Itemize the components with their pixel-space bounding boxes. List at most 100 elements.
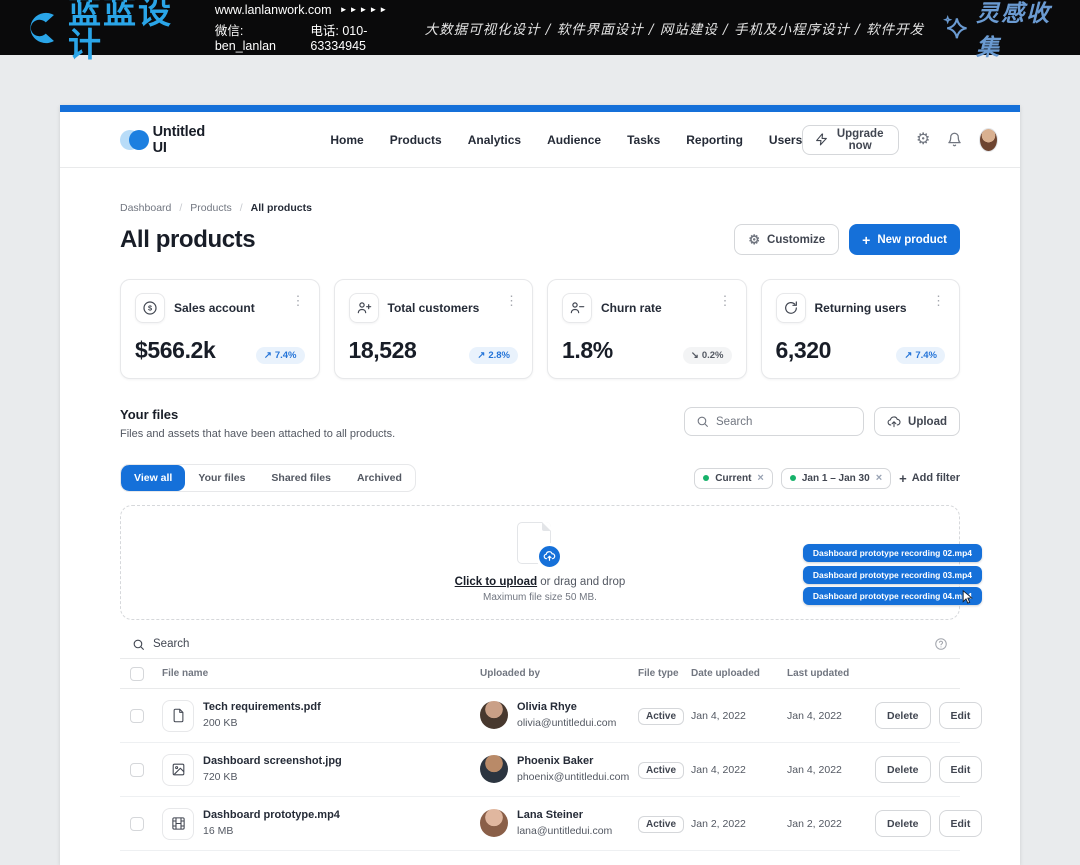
upload-dropzone[interactable]: Click to upload or drag and drop Maximum…	[120, 505, 960, 620]
nav-item-analytics[interactable]: Analytics	[468, 133, 521, 147]
refresh-icon	[776, 293, 806, 323]
stat-card-returning: Returning users ⋮ 6,320 ↗7.4%	[761, 279, 961, 379]
settings-gear-icon[interactable]: ⚙	[916, 132, 930, 148]
brand: Untitled UI	[120, 124, 210, 156]
tab-view-all[interactable]: View all	[121, 465, 185, 491]
tab-shared-files[interactable]: Shared files	[258, 465, 344, 491]
select-all-checkbox[interactable]	[130, 667, 144, 681]
file-size: 200 KB	[203, 716, 321, 731]
last-updated: Jan 4, 2022	[787, 764, 867, 776]
plus-icon: +	[862, 233, 870, 247]
nav-item-products[interactable]: Products	[390, 133, 442, 147]
upload-tooltip[interactable]: Dashboard prototype recording 03.mp4	[803, 566, 982, 584]
help-icon[interactable]	[934, 637, 948, 651]
breadcrumb-dashboard[interactable]: Dashboard	[120, 202, 171, 214]
stat-label: Total customers	[388, 301, 480, 315]
kebab-menu-icon[interactable]: ⋮	[505, 293, 518, 309]
table-row: Tech requirements.pdf 200 KB Olivia Rhye…	[120, 689, 960, 743]
file-name: Tech requirements.pdf	[203, 700, 321, 715]
date-uploaded: Jan 2, 2022	[691, 818, 779, 830]
status-badge: Active	[638, 762, 684, 779]
new-product-button[interactable]: + New product	[849, 224, 960, 255]
upload-cloud-icon	[887, 415, 901, 429]
edit-button[interactable]: Edit	[939, 702, 983, 729]
files-search[interactable]	[684, 407, 864, 436]
edit-button[interactable]: Edit	[939, 810, 983, 837]
filter-chip-current[interactable]: Current ×	[694, 468, 773, 489]
avatar	[480, 809, 508, 837]
upload-tooltips: Dashboard prototype recording 02.mp4 Das…	[803, 544, 982, 605]
page-title: All products	[120, 226, 255, 254]
banner-phone: 电话: 010-63334945	[310, 20, 406, 53]
cursor-icon	[960, 590, 973, 605]
tab-archived[interactable]: Archived	[344, 465, 415, 491]
trend-up-icon: ↗	[904, 350, 912, 361]
trend-badge: ↘0.2%	[683, 347, 732, 364]
green-dot-icon	[790, 475, 796, 481]
notifications-bell-icon[interactable]	[947, 132, 962, 147]
row-checkbox[interactable]	[130, 709, 144, 723]
file-size: 16 MB	[203, 824, 340, 839]
nav-item-home[interactable]: Home	[330, 133, 363, 147]
stat-card-churn: Churn rate ⋮ 1.8% ↘0.2%	[547, 279, 747, 379]
image-file-icon	[162, 754, 194, 786]
breadcrumb-products[interactable]: Products	[190, 202, 231, 214]
edit-button[interactable]: Edit	[939, 756, 983, 783]
avatar	[480, 701, 508, 729]
table-row: Dashboard prototype.mp4 16 MB Lana Stein…	[120, 797, 960, 851]
upload-button[interactable]: Upload	[874, 407, 960, 436]
delete-button[interactable]: Delete	[875, 702, 931, 729]
add-filter-button[interactable]: + Add filter	[899, 471, 960, 486]
trend-badge: ↗7.4%	[256, 347, 305, 364]
filter-chip-date-range[interactable]: Jan 1 – Jan 30 ×	[781, 468, 891, 489]
upload-tooltip[interactable]: Dashboard prototype recording 02.mp4	[803, 544, 982, 562]
customize-button[interactable]: ⚙ Customize	[734, 224, 839, 255]
click-to-upload-link[interactable]: Click to upload	[455, 576, 537, 588]
collect-label: 灵感收集	[976, 0, 1058, 62]
lanlan-logo-text: 蓝蓝设计	[68, 0, 183, 61]
delete-button[interactable]: Delete	[875, 810, 931, 837]
close-icon[interactable]: ×	[757, 472, 763, 484]
stat-value: 6,320	[776, 337, 832, 364]
user-plus-icon	[349, 293, 379, 323]
sparkle-star-icon	[942, 14, 970, 42]
col-last-updated: Last updated	[787, 668, 867, 679]
kebab-menu-icon[interactable]: ⋮	[292, 293, 305, 309]
stat-label: Churn rate	[601, 301, 662, 315]
uploader-name: Lana Steiner	[517, 808, 612, 823]
file-tabs: View all Your files Shared files Archive…	[120, 464, 416, 492]
user-avatar[interactable]	[979, 128, 998, 152]
upload-cloud-circle-icon	[536, 543, 563, 570]
table-row: Dashboard screenshot.jpg 720 KB Phoenix …	[120, 743, 960, 797]
kebab-menu-icon[interactable]: ⋮	[719, 293, 732, 309]
document-file-icon	[162, 700, 194, 732]
nav-item-tasks[interactable]: Tasks	[627, 133, 660, 147]
breadcrumb-current: All products	[251, 202, 312, 214]
delete-button[interactable]: Delete	[875, 756, 931, 783]
date-uploaded: Jan 4, 2022	[691, 764, 779, 776]
row-checkbox[interactable]	[130, 817, 144, 831]
tab-your-files[interactable]: Your files	[185, 465, 258, 491]
upgrade-now-button[interactable]: Upgrade now	[802, 125, 899, 155]
status-badge: Active	[638, 708, 684, 725]
table-search-input[interactable]	[153, 638, 926, 650]
nav-item-reporting[interactable]: Reporting	[686, 133, 743, 147]
stat-label: Returning users	[815, 301, 907, 315]
dashboard-card: Untitled UI Home Products Analytics Audi…	[60, 105, 1020, 865]
file-name: Dashboard screenshot.jpg	[203, 754, 342, 769]
green-dot-icon	[703, 475, 709, 481]
nav-item-users[interactable]: Users	[769, 133, 802, 147]
last-updated: Jan 4, 2022	[787, 710, 867, 722]
brand-name: Untitled UI	[153, 124, 211, 156]
promo-banner: 蓝蓝设计 www.lanlanwork.com ►►►►► 微信: ben_la…	[0, 0, 1080, 55]
file-size: 720 KB	[203, 770, 342, 785]
kebab-menu-icon[interactable]: ⋮	[932, 293, 945, 309]
upload-tooltip[interactable]: Dashboard prototype recording 04.mp4	[803, 587, 982, 605]
row-checkbox[interactable]	[130, 763, 144, 777]
col-file-name: File name	[162, 668, 472, 679]
files-search-input[interactable]	[716, 416, 852, 428]
close-icon[interactable]: ×	[876, 472, 882, 484]
banner-arrows: ►►►►►	[340, 5, 390, 14]
table-search[interactable]	[120, 630, 960, 659]
nav-item-audience[interactable]: Audience	[547, 133, 601, 147]
